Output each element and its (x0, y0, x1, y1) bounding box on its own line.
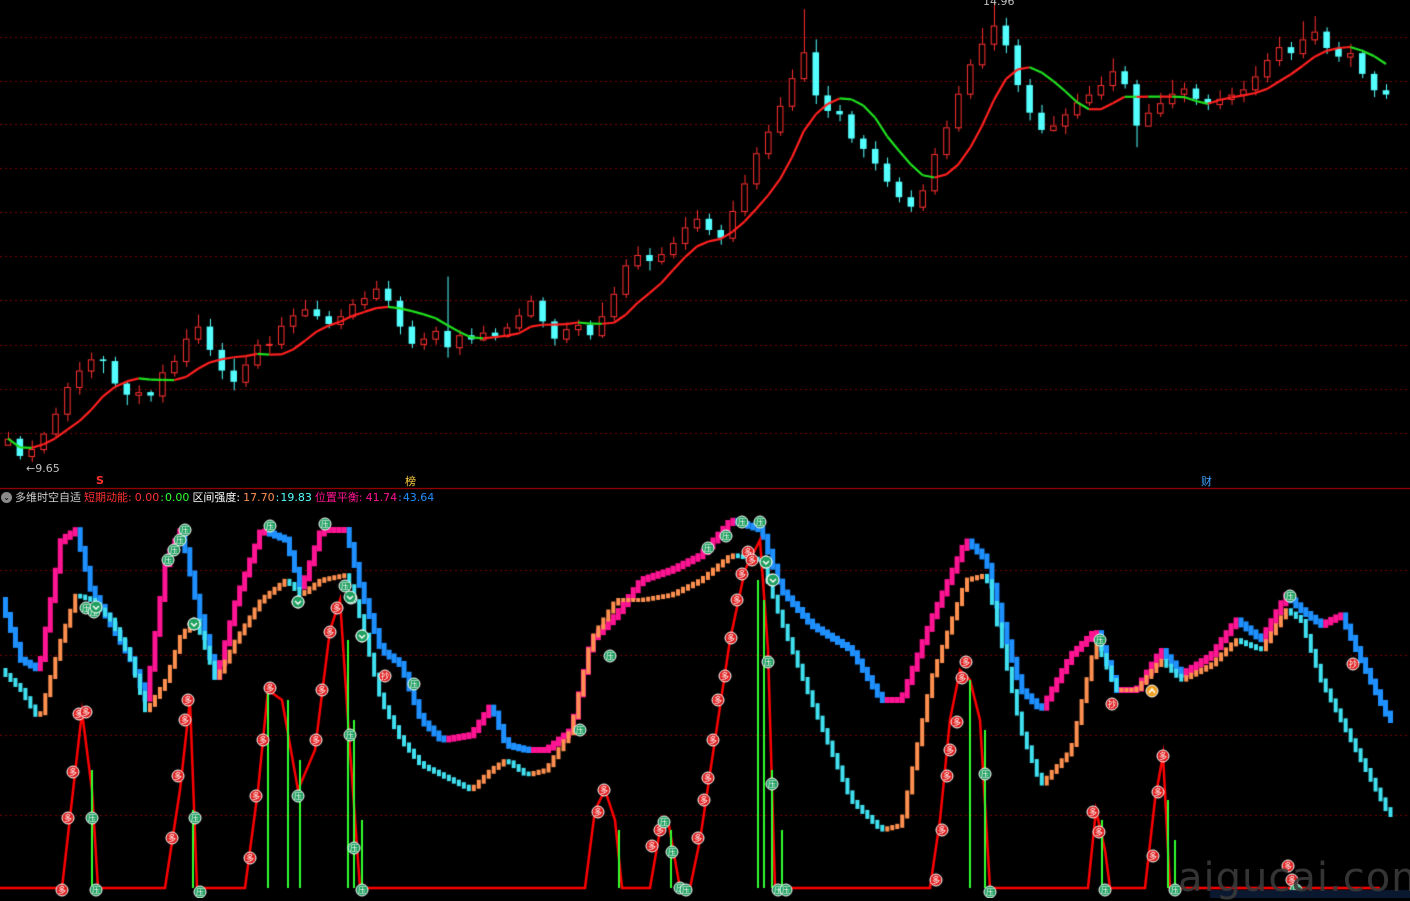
position-balance-value-2: 43.64 (402, 490, 435, 504)
marker-bang: 榜 (405, 475, 416, 488)
position-balance-sep: : (398, 490, 402, 504)
range-strength-sep: : (275, 490, 280, 504)
marker-s: S (96, 474, 104, 487)
position-balance-value-1: 41.74 (365, 490, 398, 504)
stock-chart-canvas[interactable] (0, 0, 1410, 898)
marker-cai: 财 (1201, 475, 1212, 488)
range-strength-value-2: 19.83 (280, 490, 312, 504)
range-strength-value-1: 17.70 (243, 490, 275, 504)
position-balance-label: 位置平衡: (314, 491, 363, 504)
short-momentum-label: 短期动能: (84, 491, 132, 504)
indicator-header: ⌄ 多维时空自适 短期动能: 0.00 : 0.00 区间强度: 17.70 :… (0, 489, 437, 505)
range-strength-label: 区间强度: (192, 491, 241, 504)
collapse-chevron-icon[interactable]: ⌄ (1, 491, 12, 503)
short-momentum-value-1: 0.00 (134, 490, 160, 504)
short-momentum-sep: : (160, 490, 164, 504)
high-price-label: 14.96 (983, 0, 1015, 8)
indicator-name[interactable]: 多维时空自适 (15, 489, 81, 505)
low-price-label: ←9.65 (26, 462, 60, 475)
watermark: aigucai.com (1178, 855, 1410, 901)
short-momentum-value-2: 0.00 (164, 490, 190, 504)
